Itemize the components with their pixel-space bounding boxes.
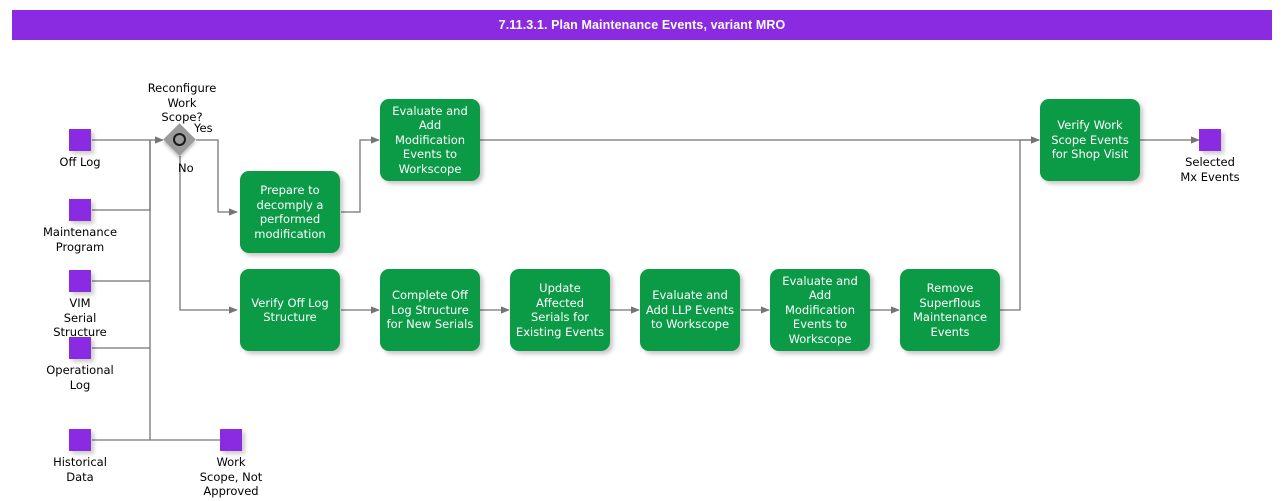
data-node-icon — [220, 429, 242, 451]
process-remove-superflous-maintenance-events[interactable]: Remove Superflous Maintenance Events — [900, 269, 1000, 351]
edge-remove-verifyworkscope — [1000, 136, 1040, 311]
process-prepare-to-decomply[interactable]: Prepare to decomply a performed modifica… — [240, 171, 340, 253]
data-node-label: Selected Mx Events — [1180, 155, 1240, 184]
edge-maintenance-bus — [92, 140, 151, 211]
process-update-affected-serials[interactable]: Update Affected Serials for Existing Eve… — [510, 269, 610, 351]
data-node-label: Operational Log — [46, 363, 114, 392]
data-node-label: Work Scope, Not Approved — [199, 455, 263, 498]
data-node-label: Maintenance Program — [42, 225, 118, 254]
data-node-label: Off Log — [59, 155, 101, 169]
process-evaluate-add-llp-events[interactable]: Evaluate and Add LLP Events to Workscope — [640, 269, 740, 351]
process-verify-work-scope-events[interactable]: Verify Work Scope Events for Shop Visit — [1040, 99, 1140, 181]
process-evaluate-add-modification-events-top[interactable]: Evaluate and Add Modification Events to … — [380, 99, 480, 181]
data-node-label: Historical Data — [53, 455, 107, 484]
data-node-icon — [69, 337, 91, 359]
process-verify-off-log-structure[interactable]: Verify Off Log Structure — [240, 269, 340, 351]
connector-layer — [92, 136, 1200, 441]
gateway-question-label: Reconfigure Work Scope? — [147, 81, 217, 124]
edge-no-verifyofflog — [179, 156, 238, 314]
data-node-icon — [69, 429, 91, 451]
data-node-icon — [69, 270, 91, 292]
data-node-icon — [69, 129, 91, 151]
flowchart-canvas: 7.11.3.1. Plan Maintenance Events, varia… — [0, 0, 1284, 501]
edge-prepare-evaluatetop — [341, 136, 380, 213]
data-node-icon — [69, 199, 91, 221]
gateway-no-label: No — [178, 161, 194, 175]
process-complete-off-log-structure[interactable]: Complete Off Log Structure for New Seria… — [380, 269, 480, 351]
gateway-yes-label: Yes — [194, 121, 213, 135]
gateway-reconfigure-work-scope[interactable] — [163, 123, 196, 156]
gateway-event-circle-icon — [173, 133, 186, 146]
data-node-icon — [1199, 129, 1221, 151]
process-evaluate-add-modification-events-bottom[interactable]: Evaluate and Add Modification Events to … — [770, 269, 870, 351]
edge-yes-prepare — [196, 139, 238, 216]
data-node-label: VIM Serial Structure — [53, 296, 107, 339]
